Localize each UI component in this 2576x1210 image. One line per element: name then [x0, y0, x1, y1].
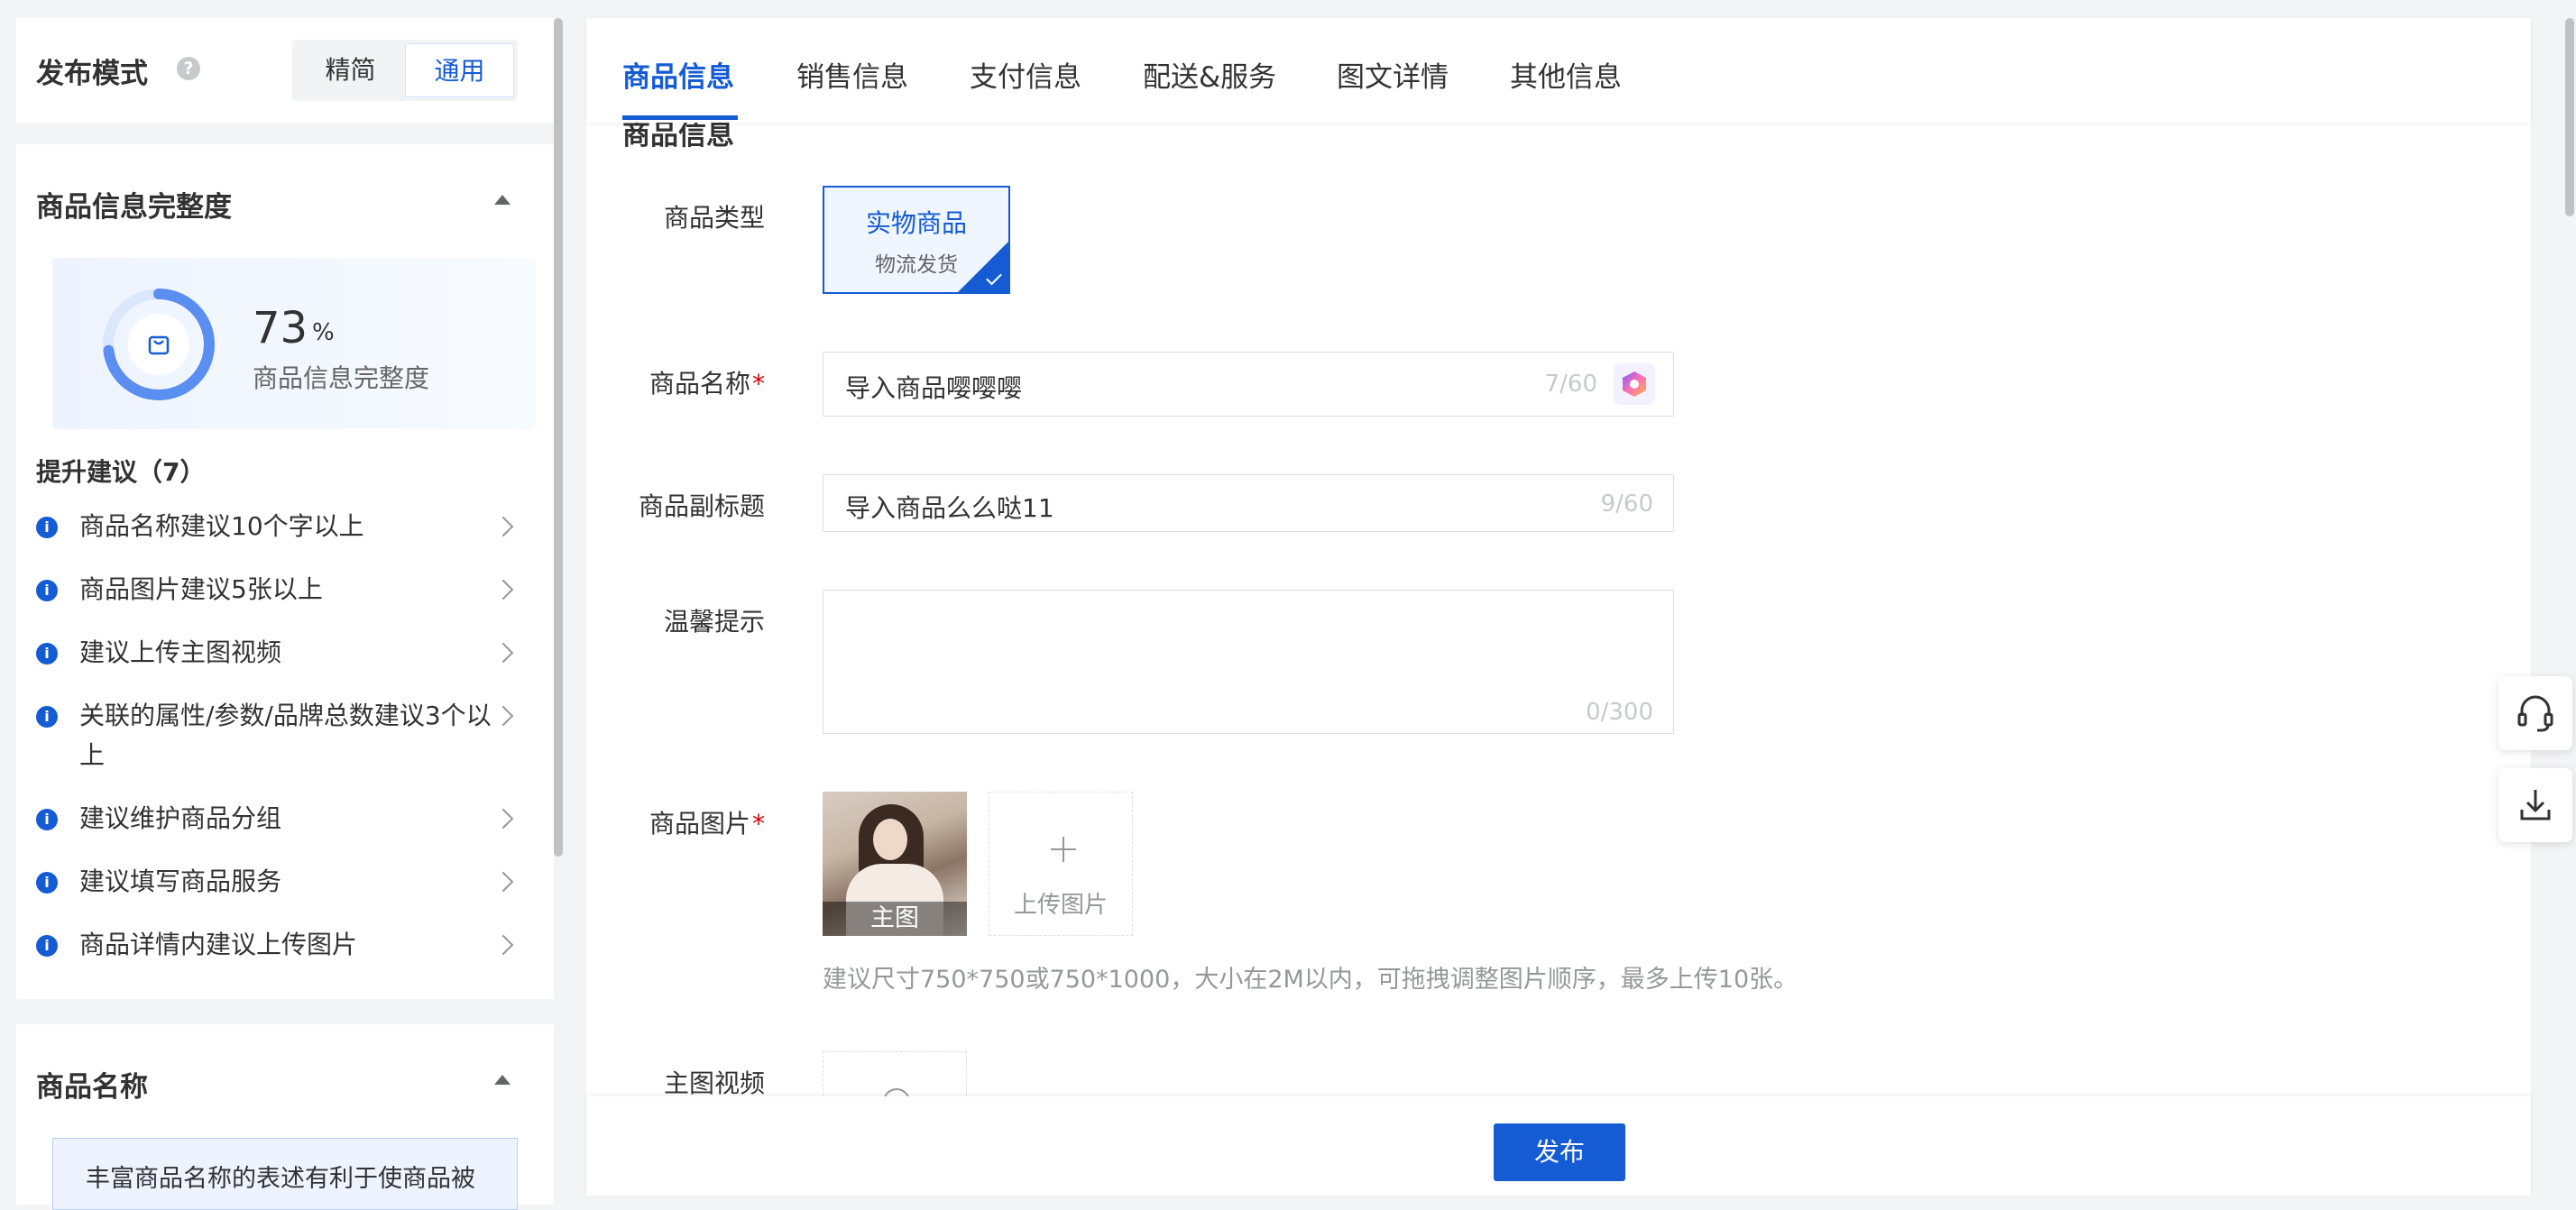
info-icon: i — [36, 935, 58, 957]
suggestion-item[interactable]: i 商品详情内建议上传图片 — [36, 925, 523, 965]
selected-corner — [958, 242, 1008, 292]
name-input[interactable]: 导入商品嘤嘤嘤 7/60 — [823, 352, 1674, 417]
tip-textarea[interactable]: 0/300 — [823, 590, 1674, 734]
suggestion-item[interactable]: i 关联的属性/参数/品牌总数建议3个以上 — [36, 696, 523, 775]
suggestion-item[interactable]: i 商品图片建议5张以上 — [36, 570, 523, 610]
plus-icon-stroke — [1063, 837, 1064, 862]
photo-face — [873, 819, 907, 860]
name-input-value: 导入商品嘤嘤嘤 — [845, 373, 1023, 403]
suggestion-text: 商品图片建议5张以上 — [79, 574, 323, 604]
type-option-title: 实物商品 — [865, 208, 967, 238]
footer-bar: 发布 — [586, 1096, 2531, 1196]
publish-mode-switch: 精简 通用 — [292, 40, 518, 101]
name-guide-tip: 丰富商品名称的表述有利于使商品被 — [52, 1138, 518, 1210]
completeness-center — [128, 314, 189, 375]
info-icon: i — [36, 580, 58, 601]
tip-label: 温馨提示 — [663, 607, 765, 637]
active-tab-indicator — [622, 115, 738, 120]
download-icon — [2520, 790, 2551, 820]
left-panel: 发布模式 ? 精简 通用 商品信息完整度 73 % 商品信息完整度 提升建议（7… — [0, 0, 568, 1210]
headset-icon — [2517, 695, 2553, 732]
mode-simple-button[interactable]: 精简 — [296, 43, 405, 97]
tab-sales-info[interactable]: 销售信息 — [796, 54, 908, 95]
upload-image-label: 上传图片 — [1013, 892, 1108, 919]
suggestion-item[interactable]: i 建议上传主图视频 — [36, 633, 523, 673]
left-scrollbar[interactable] — [554, 18, 563, 857]
completeness-label: 商品信息完整度 — [253, 363, 430, 393]
subtitle-label: 商品副标题 — [638, 491, 765, 521]
name-label: 商品名称* — [649, 369, 765, 399]
video-label: 主图视频 — [663, 1068, 765, 1098]
name-guide-title: 商品名称 — [36, 1071, 148, 1104]
images-label: 商品图片* — [649, 809, 765, 839]
tab-detail[interactable]: 图文详情 — [1337, 54, 1449, 95]
caret-up-icon[interactable] — [494, 1075, 511, 1085]
completeness-score-box: 73 % 商品信息完整度 — [52, 258, 536, 429]
suggestion-item[interactable]: i 建议维护商品分组 — [36, 799, 523, 839]
help-icon[interactable]: ? — [177, 57, 200, 80]
suggestion-text: 商品详情内建议上传图片 — [79, 930, 358, 959]
suggestion-text: 建议维护商品分组 — [79, 803, 282, 833]
suggestion-text: 关联的属性/参数/品牌总数建议3个以上 — [79, 701, 492, 770]
subtitle-char-count: 9/60 — [1600, 490, 1653, 518]
image-hint: 建议尺寸750*750或750*1000，大小在2M以内，可拖拽调整图片顺序，最… — [823, 966, 1799, 994]
completeness-title: 商品信息完整度 — [36, 191, 232, 224]
publish-button[interactable]: 发布 — [1494, 1123, 1625, 1181]
subtitle-input[interactable]: 导入商品么么哒11 9/60 — [823, 474, 1674, 532]
tab-other-info[interactable]: 其他信息 — [1510, 54, 1622, 95]
suggestion-text: 建议填写商品服务 — [79, 866, 282, 896]
customer-service-button[interactable] — [2498, 676, 2572, 750]
section-tabs: 商品信息 销售信息 支付信息 配送&服务 图文详情 其他信息 — [586, 18, 2531, 123]
tip-char-count: 0/300 — [1586, 699, 1653, 726]
suggestion-list: i 商品名称建议10个字以上 i 商品图片建议5张以上 i 建议上传主图视频 i 关联的… — [36, 507, 523, 965]
info-icon: i — [36, 643, 58, 665]
subtitle-input-value: 导入商品么么哒11 — [845, 493, 1054, 523]
suggestions-title: 提升建议（7） — [36, 457, 206, 487]
completeness-percent: 73 — [253, 303, 308, 353]
page-scrollbar[interactable] — [2565, 18, 2574, 216]
tab-payment-info[interactable]: 支付信息 — [970, 54, 1081, 95]
suggestion-item[interactable]: i 建议填写商品服务 — [36, 862, 523, 902]
tab-product-info[interactable]: 商品信息 — [622, 54, 734, 95]
info-icon: i — [36, 809, 58, 830]
tab-delivery-service[interactable]: 配送&服务 — [1143, 54, 1276, 95]
shop-bag-icon — [148, 335, 170, 355]
suggestion-text: 建议上传主图视频 — [79, 637, 282, 667]
type-label: 商品类型 — [663, 203, 765, 233]
mode-general-button[interactable]: 通用 — [405, 43, 514, 97]
upload-image-button[interactable]: 上传图片 — [989, 792, 1133, 936]
completeness-percent-unit: % — [312, 319, 335, 346]
suggestion-item[interactable]: i 商品名称建议10个字以上 — [36, 507, 523, 546]
ai-icon[interactable] — [1614, 363, 1655, 405]
type-option-physical[interactable]: 实物商品 物流发货 — [823, 186, 1010, 294]
info-icon: i — [36, 517, 58, 538]
suggestion-text: 商品名称建议10个字以上 — [79, 511, 364, 541]
publish-mode-title: 发布模式 — [36, 58, 148, 90]
info-icon: i — [36, 872, 58, 894]
info-icon: i — [36, 706, 58, 728]
caret-up-icon[interactable] — [494, 195, 511, 205]
download-button[interactable] — [2498, 768, 2572, 842]
main-image-caption: 主图 — [823, 902, 967, 936]
name-char-count: 7/60 — [1544, 371, 1597, 398]
main-image-thumbnail[interactable]: 主图 — [823, 792, 967, 936]
